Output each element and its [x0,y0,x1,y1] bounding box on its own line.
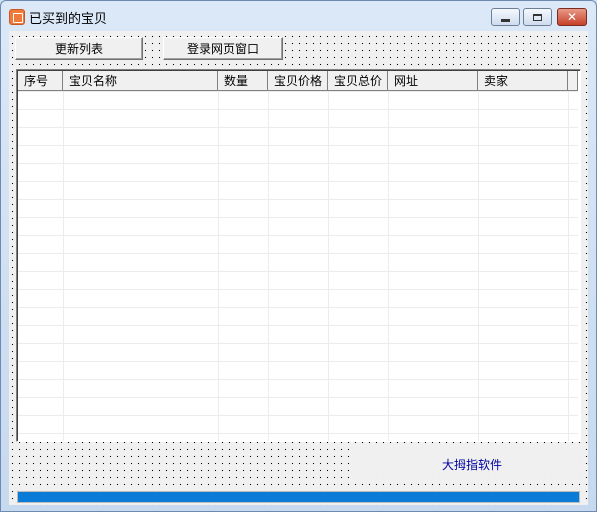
minimize-icon [501,18,510,22]
app-window: 已买到的宝贝 ✕ 更新列表 登录网页窗口 序号 宝贝名称 数量 宝贝价格 宝贝总… [0,0,597,512]
brand-label: 大拇指软件 [442,458,503,472]
column-header-url[interactable]: 网址 [388,71,478,91]
column-header-item-price[interactable]: 宝贝价格 [268,71,328,91]
maximize-icon [533,13,542,21]
form-client-area: 更新列表 登录网页窗口 序号 宝贝名称 数量 宝贝价格 宝贝总价 网址 卖家 大… [9,31,588,505]
column-header-total-price[interactable]: 宝贝总价 [328,71,388,91]
column-header-index[interactable]: 序号 [18,71,63,91]
maximize-button[interactable] [523,8,552,26]
close-button[interactable]: ✕ [557,8,587,26]
table-body[interactable] [18,91,578,441]
table-header: 序号 宝贝名称 数量 宝贝价格 宝贝总价 网址 卖家 [18,71,578,91]
column-header-seller[interactable]: 卖家 [478,71,568,91]
minimize-button[interactable] [491,8,520,26]
window-title: 已买到的宝贝 [29,12,108,27]
progress-bar [17,491,580,503]
close-icon: ✕ [566,10,578,24]
column-header-item-name[interactable]: 宝贝名称 [63,71,218,91]
refresh-list-button[interactable]: 更新列表 [15,37,143,60]
progress-bar-fill [18,492,579,502]
login-web-window-button[interactable]: 登录网页窗口 [163,37,283,60]
purchased-items-table[interactable]: 序号 宝贝名称 数量 宝贝价格 宝贝总价 网址 卖家 [16,69,581,442]
column-header-quantity[interactable]: 数量 [218,71,268,91]
column-header-filler [568,71,578,91]
title-bar[interactable]: 已买到的宝贝 ✕ [1,1,596,31]
app-icon [9,9,25,25]
footer-panel: 大拇指软件 [354,448,580,478]
